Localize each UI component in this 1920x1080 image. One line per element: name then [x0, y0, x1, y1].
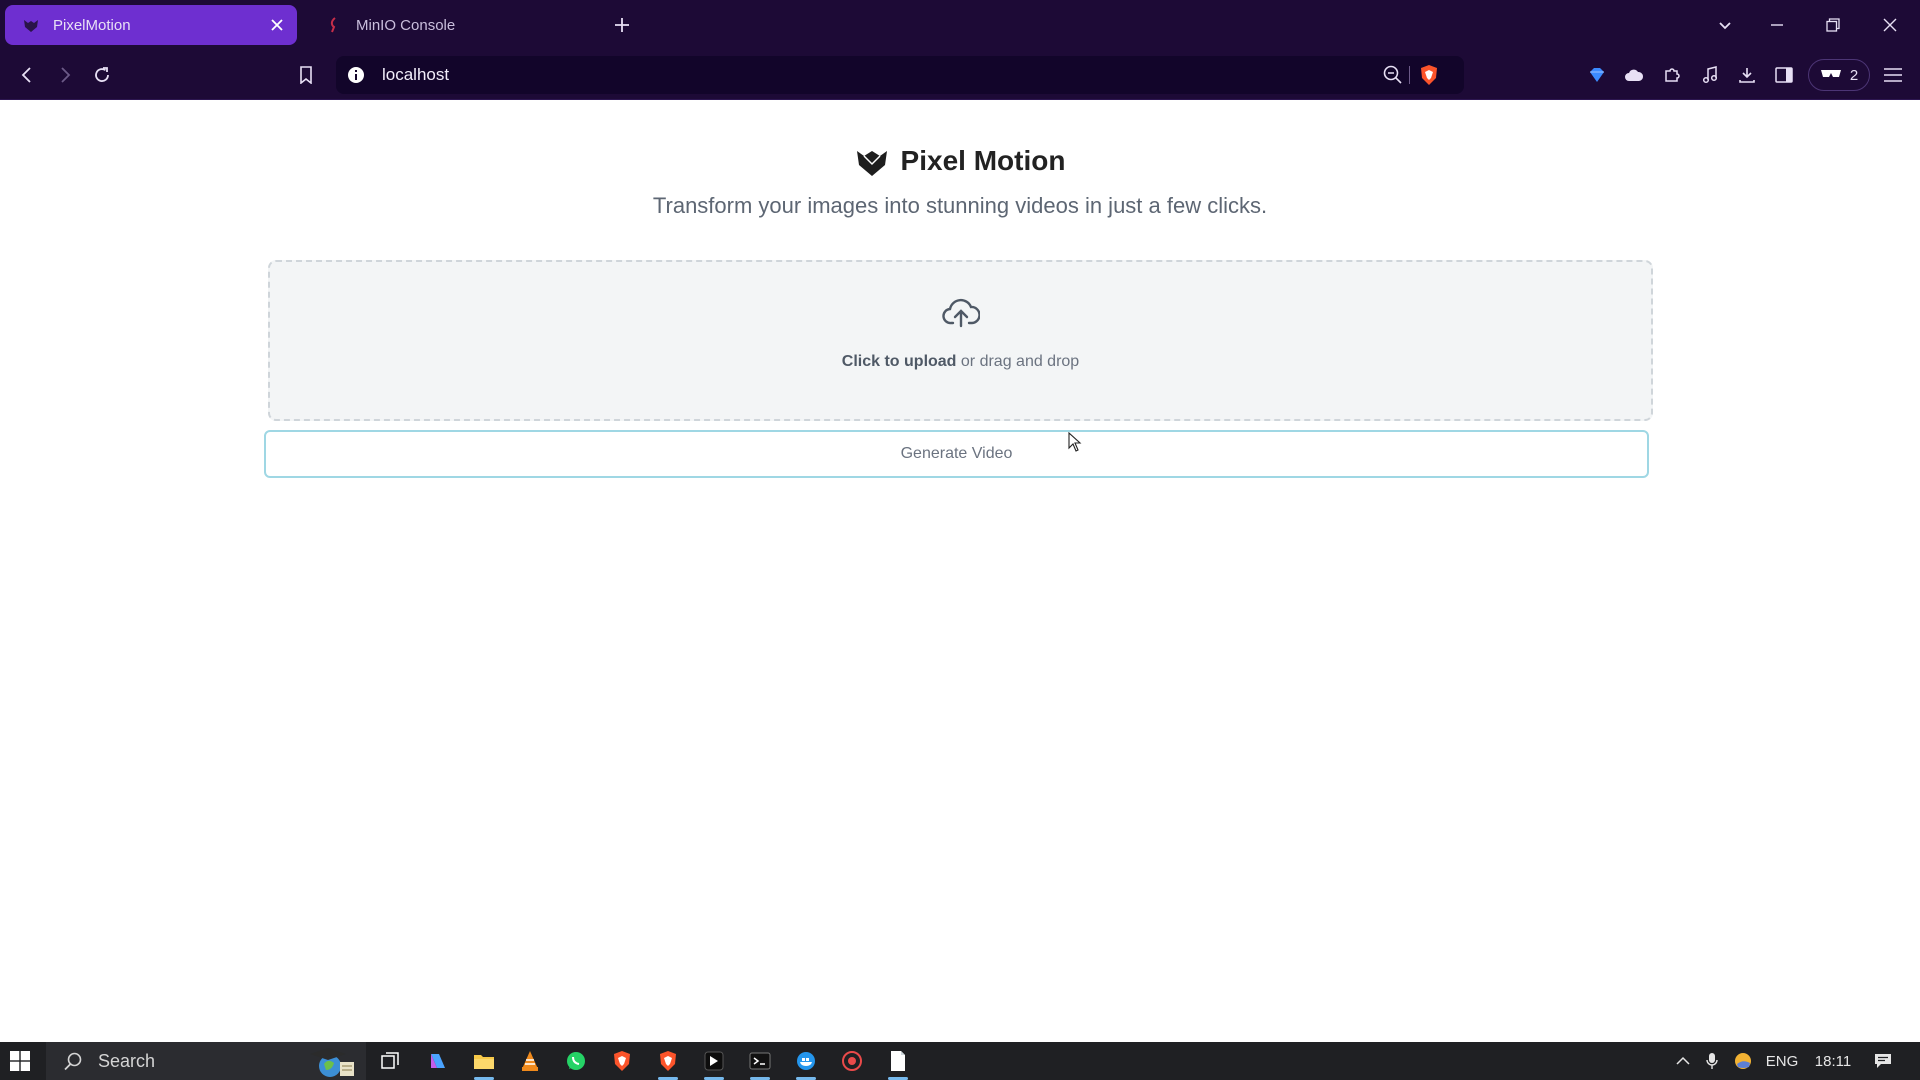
- browser-toolbar: localhost 2: [0, 50, 1920, 100]
- minio-favicon-icon: [326, 17, 342, 33]
- whatsapp-icon[interactable]: [562, 1047, 590, 1075]
- weather-icon[interactable]: [1731, 1042, 1755, 1080]
- page-title: Pixel Motion: [900, 145, 1066, 176]
- site-info-icon[interactable]: [346, 65, 366, 85]
- main-menu-icon[interactable]: [1880, 62, 1906, 88]
- back-arrow-icon[interactable]: [14, 62, 40, 88]
- address-bar-divider: [1409, 66, 1410, 84]
- page-viewport: Pixel Motion Transform your images into …: [0, 101, 1920, 1042]
- search-label: Search: [98, 1050, 156, 1071]
- tab-pixelmotion[interactable]: PixelMotion: [5, 5, 297, 45]
- generate-video-button[interactable]: Generate Video: [264, 430, 1649, 478]
- tab-title: MinIO Console: [356, 16, 456, 34]
- reload-icon[interactable]: [89, 62, 115, 88]
- vlc-icon[interactable]: [516, 1047, 544, 1075]
- os-taskbar: Search ENG 18:11: [0, 1042, 1920, 1080]
- file-explorer-icon[interactable]: [470, 1047, 498, 1080]
- pixelmotion-favicon-icon: [23, 17, 39, 33]
- minimize-icon[interactable]: [1764, 12, 1790, 38]
- show-hidden-icons-chevron-icon[interactable]: [1670, 1042, 1696, 1080]
- windows-start-icon[interactable]: [8, 1050, 32, 1072]
- file-upload-dropzone[interactable]: Click to upload or drag and drop: [268, 260, 1653, 421]
- search-icon: [62, 1050, 84, 1072]
- brave-app-icon[interactable]: [608, 1047, 636, 1075]
- click-to-upload-label[interactable]: Click to upload: [842, 353, 957, 370]
- brave-rewards-button[interactable]: 2: [1808, 59, 1870, 91]
- url-text: localhost: [382, 65, 450, 84]
- cloud-upload-icon: [942, 296, 980, 328]
- pixel-motion-logo-icon: [855, 145, 889, 177]
- tab-title: PixelMotion: [53, 16, 131, 34]
- brave-browser-active-icon[interactable]: [654, 1047, 682, 1080]
- close-window-icon[interactable]: [1877, 12, 1903, 38]
- tab-minio-console[interactable]: MinIO Console: [308, 5, 598, 45]
- browser-tab-bar: PixelMotion MinIO Console: [0, 0, 1920, 50]
- upload-instructions: Click to upload or drag and drop: [270, 353, 1651, 371]
- notepad-icon[interactable]: [884, 1047, 912, 1080]
- taskbar-search-box[interactable]: Search: [46, 1042, 366, 1080]
- tab-list-chevron-icon[interactable]: [1712, 12, 1738, 38]
- input-language-indicator[interactable]: ENG: [1762, 1042, 1802, 1080]
- notifications-icon[interactable]: [1868, 1042, 1898, 1080]
- zoom-out-icon[interactable]: [1382, 64, 1404, 86]
- extensions-puzzle-icon[interactable]: [1659, 62, 1685, 88]
- new-tab-icon[interactable]: [610, 13, 634, 37]
- task-view-icon[interactable]: [376, 1047, 404, 1075]
- mouse-cursor-icon: [1068, 432, 1082, 452]
- page-subtitle: Transform your images into stunning vide…: [652, 193, 1268, 218]
- terminal-icon[interactable]: [746, 1047, 774, 1080]
- downloads-icon[interactable]: [1734, 62, 1760, 88]
- wallet-gem-icon[interactable]: [1584, 62, 1610, 88]
- cloud-extension-icon[interactable]: [1621, 62, 1647, 88]
- brave-shields-icon[interactable]: [1418, 63, 1440, 87]
- search-highlight-graduation-icon: [310, 1048, 354, 1077]
- bookmark-icon[interactable]: [293, 62, 319, 88]
- copilot-icon[interactable]: [424, 1047, 452, 1075]
- drag-drop-hint: or drag and drop: [956, 353, 1080, 370]
- app-header: Pixel Motion: [0, 145, 1920, 177]
- restore-icon[interactable]: [1820, 12, 1846, 38]
- cursor-editor-icon[interactable]: [700, 1047, 728, 1080]
- microphone-icon[interactable]: [1701, 1042, 1723, 1080]
- address-bar[interactable]: localhost: [336, 56, 1464, 94]
- system-clock[interactable]: 18:11: [1806, 1042, 1860, 1080]
- forward-arrow-icon[interactable]: [52, 62, 78, 88]
- tab-close-icon[interactable]: [267, 15, 287, 35]
- docker-icon[interactable]: [792, 1047, 820, 1080]
- media-music-icon[interactable]: [1697, 62, 1723, 88]
- rewards-glasses-icon: [1820, 67, 1842, 84]
- rewards-count: 2: [1849, 66, 1859, 84]
- sidebar-toggle-icon[interactable]: [1771, 62, 1797, 88]
- screen-recorder-icon[interactable]: [838, 1047, 866, 1075]
